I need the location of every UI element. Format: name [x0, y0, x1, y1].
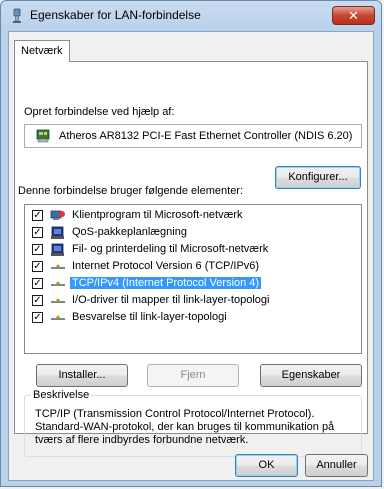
remove-button[interactable]: Fjern [147, 364, 239, 387]
item-label: QoS-pakkeplanlægning [72, 226, 187, 238]
tab-panel: Opret forbindelse ved hjælp af: Atheros … [14, 61, 368, 457]
cancel-button[interactable]: Annuller [305, 454, 368, 477]
properties-dialog: Egenskaber for LAN-forbindelse ✕ Netværk… [0, 0, 382, 487]
network-client-icon [50, 210, 65, 220]
item-checkbox[interactable]: ✓ [32, 227, 43, 238]
item-checkbox[interactable]: ✓ [32, 210, 43, 221]
description-label: Beskrivelse [31, 389, 92, 401]
title-bar[interactable]: Egenskaber for LAN-forbindelse ✕ [1, 1, 381, 31]
dialog-client-area: Netværk Opret forbindelse ved hjælp af: … [8, 31, 374, 481]
item-checkbox[interactable]: ✓ [32, 244, 43, 255]
tab-netvaerk[interactable]: Netværk [14, 40, 70, 62]
protocol-icon [51, 298, 65, 303]
protocol-icon [51, 315, 65, 320]
list-item[interactable]: ✓ Fil- og printerdeling til Microsoft-ne… [28, 242, 358, 258]
item-label: Besvarelse til link-layer-topologi [72, 311, 227, 323]
properties-button[interactable]: Egenskaber [260, 364, 362, 387]
protocol-icon [51, 281, 65, 286]
components-label: Denne forbindelse bruger følgende elemen… [18, 185, 244, 197]
network-adapter-icon [36, 129, 50, 143]
window-title: Egenskaber for LAN-forbindelse [30, 8, 201, 22]
item-checkbox[interactable]: ✓ [32, 295, 43, 306]
item-checkbox[interactable]: ✓ [32, 312, 43, 323]
list-item[interactable]: ✓ I/O-driver til mapper til link-layer-t… [28, 293, 358, 309]
item-label: Fil- og printerdeling til Microsoft-netv… [72, 243, 269, 255]
list-item[interactable]: ✓ Internet Protocol Version 6 (TCP/IPv6) [28, 259, 358, 275]
adapter-name: Atheros AR8132 PCI-E Fast Ethernet Contr… [59, 130, 353, 142]
install-button[interactable]: Installer... [36, 364, 128, 387]
protocol-icon [51, 264, 65, 269]
adapter-field[interactable]: Atheros AR8132 PCI-E Fast Ethernet Contr… [24, 124, 362, 148]
list-item[interactable]: ✓ Klientprogram til Microsoft-netværk [28, 208, 358, 224]
item-label: Internet Protocol Version 6 (TCP/IPv6) [72, 260, 260, 272]
description-group: Beskrivelse TCP/IP (Transmission Control… [24, 389, 362, 457]
list-item[interactable]: ✓ Besvarelse til link-layer-topologi [28, 310, 358, 326]
network-service-icon [51, 226, 64, 239]
connect-using-label: Opret forbindelse ved hjælp af: [24, 106, 175, 118]
configure-button[interactable]: Konfigurer... [275, 166, 361, 189]
item-label: I/O-driver til mapper til link-layer-top… [72, 294, 270, 306]
close-button[interactable]: ✕ [332, 6, 375, 25]
item-checkbox[interactable]: ✓ [32, 261, 43, 272]
list-item[interactable]: ✓ QoS-pakkeplanlægning [28, 225, 358, 241]
list-item[interactable]: ✓ TCP/IPv4 (Internet Protocol Version 4) [28, 276, 358, 292]
item-label: TCP/IPv4 (Internet Protocol Version 4) [70, 277, 262, 289]
components-list[interactable]: ✓ Klientprogram til Microsoft-netværk ✓ [24, 204, 362, 354]
item-label: Klientprogram til Microsoft-netværk [72, 209, 243, 221]
item-checkbox[interactable]: ✓ [32, 278, 43, 289]
network-service-icon [51, 243, 64, 256]
network-connection-icon [13, 8, 21, 23]
ok-button[interactable]: OK [235, 454, 298, 477]
description-text: TCP/IP (Transmission Control Protocol/In… [35, 408, 335, 446]
